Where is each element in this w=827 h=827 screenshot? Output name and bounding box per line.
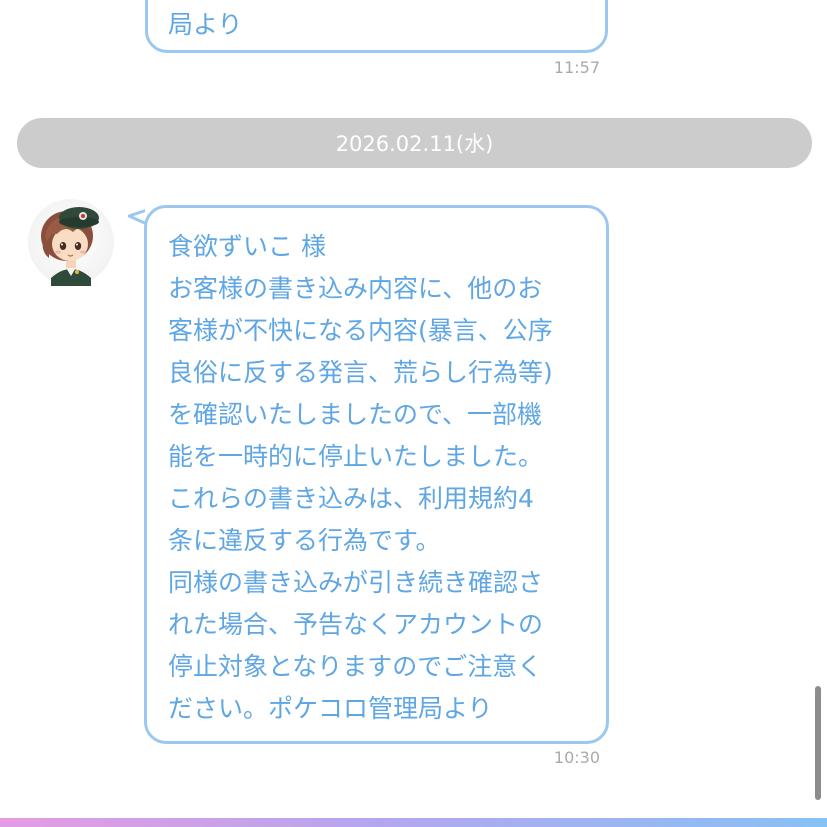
message-line: を確認いたしましたので、一部機 xyxy=(168,400,543,429)
message-line: 停止対象となりますのでご注意く xyxy=(168,652,543,681)
message-timestamp: 10:30 xyxy=(553,748,600,767)
previous-message-bubble: 局より xyxy=(145,0,608,53)
message-line: ださい。ポケコロ管理局より xyxy=(168,694,493,723)
previous-message-text: 局より xyxy=(168,10,243,39)
message-line: お客様の書き込み内容に、他のお xyxy=(168,274,543,303)
message-line: 条に違反する行為です。 xyxy=(168,526,441,555)
message-line: 良俗に反する発言、荒らし行為等) xyxy=(168,358,553,387)
message-line: これらの書き込みは、利用規約4 xyxy=(168,484,534,513)
message-line: 食欲ずいこ 様 xyxy=(168,232,326,261)
date-separator-label: 2026.02.11(水) xyxy=(335,132,494,156)
scrollbar-thumb[interactable] xyxy=(815,686,821,800)
previous-message-timestamp: 11:57 xyxy=(553,58,600,77)
message-line: 同様の書き込みが引き続き確認さ xyxy=(168,568,544,597)
message-line: 客様が不快になる内容(暴言、公序 xyxy=(168,316,553,345)
sender-avatar[interactable] xyxy=(27,198,115,286)
bottom-gradient-bar xyxy=(0,818,827,827)
message-line: 能を一時的に停止いたしました。 xyxy=(168,442,544,471)
date-separator: 2026.02.11(水) xyxy=(17,118,812,168)
admin-character-avatar-icon xyxy=(28,199,114,286)
message-bubble: 食欲ずいこ 様 お客様の書き込み内容に、他のお 客様が不快になる内容(暴言、公序… xyxy=(144,205,609,744)
message-line: れた場合、予告なくアカウントの xyxy=(168,610,544,639)
